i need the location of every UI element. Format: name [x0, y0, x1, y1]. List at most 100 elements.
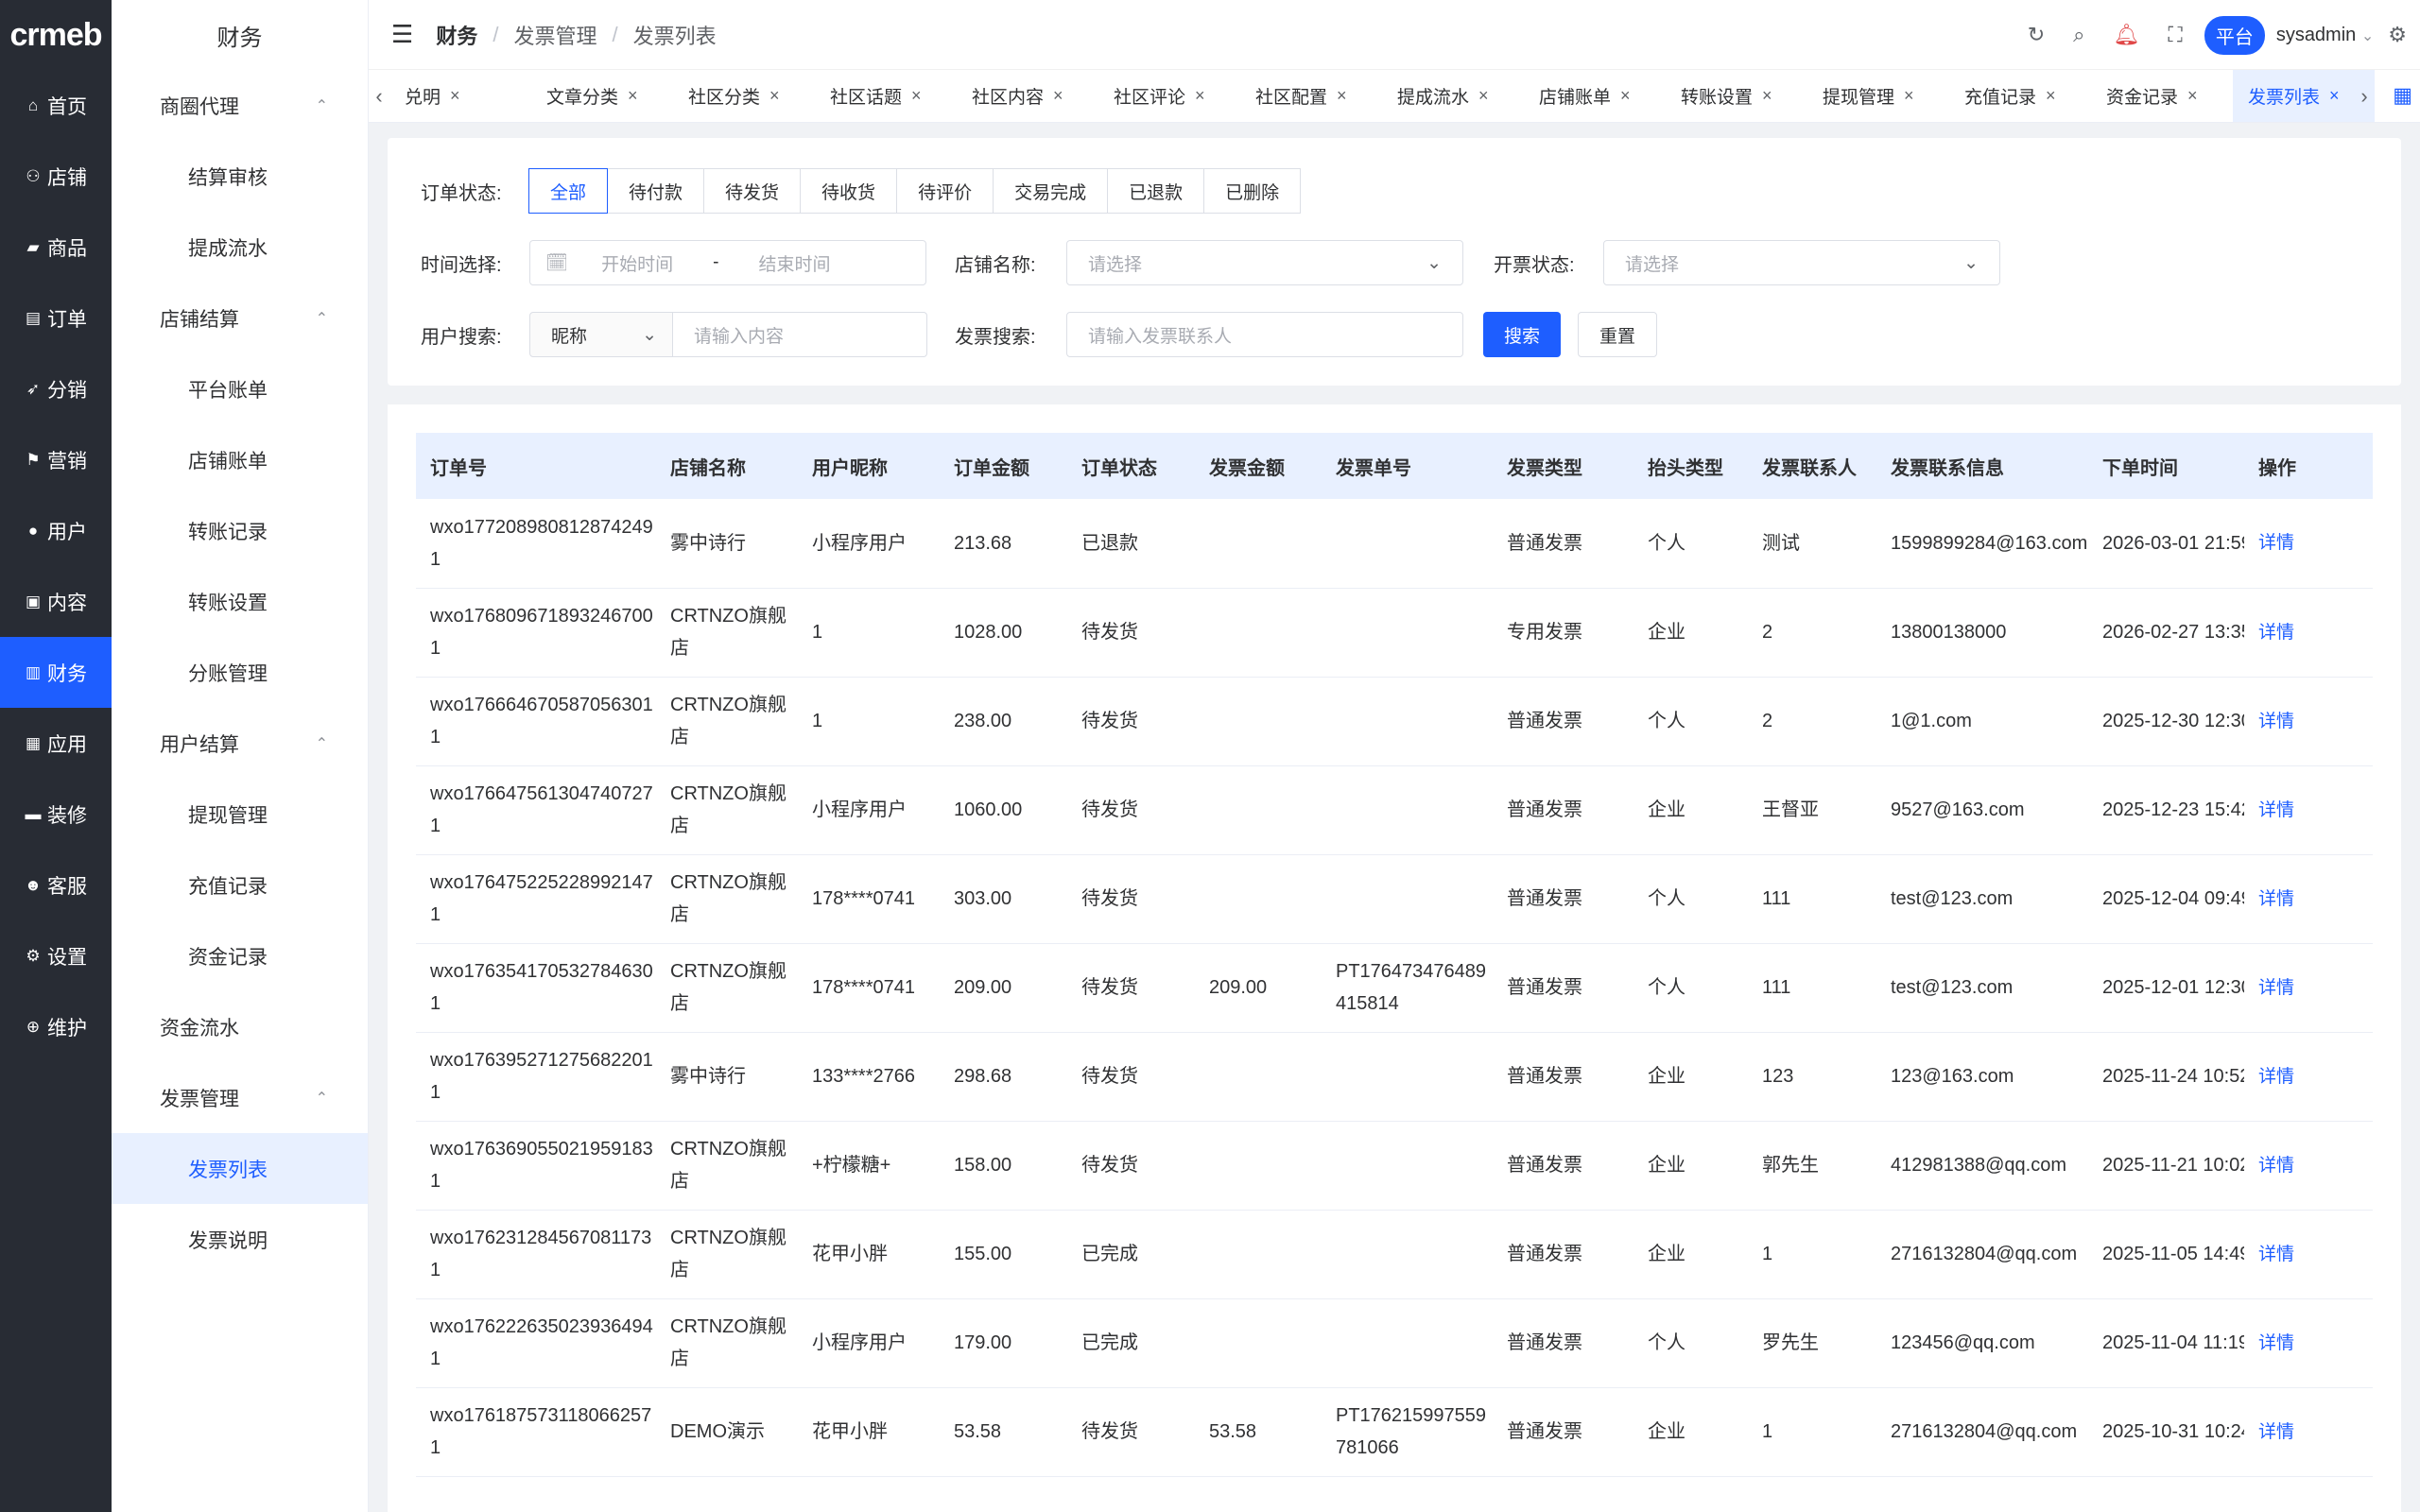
order-status-option[interactable]: 已退款 — [1107, 168, 1205, 214]
close-icon[interactable]: × — [2187, 86, 2198, 106]
detail-link[interactable]: 详情 — [2258, 978, 2294, 998]
submenu-item[interactable]: 发票说明 — [112, 1204, 368, 1275]
order-status-option[interactable]: 已删除 — [1203, 168, 1302, 214]
submenu-item[interactable]: 提现管理 — [112, 779, 368, 850]
submenu-group[interactable]: 店铺结算 ⌃ — [112, 283, 368, 353]
nav-rail-item[interactable]: ▰ 商品 — [0, 212, 112, 283]
page-tab[interactable]: 兑明 × — [389, 70, 531, 122]
page-tab[interactable]: 资金记录 × — [2091, 70, 2233, 122]
detail-link[interactable]: 详情 — [2258, 1156, 2294, 1176]
submenu-item[interactable]: 转账记录 — [112, 495, 368, 566]
nav-rail-item[interactable]: ☻ 客服 — [0, 850, 112, 920]
submenu-item[interactable]: 分账管理 — [112, 637, 368, 708]
close-icon[interactable]: × — [1337, 86, 1347, 106]
close-icon[interactable]: × — [450, 86, 460, 106]
nav-rail-item[interactable]: ⚑ 营销 — [0, 424, 112, 495]
detail-link[interactable]: 详情 — [2258, 712, 2294, 731]
platform-badge[interactable]: 平台 — [2204, 15, 2265, 55]
user-search-input[interactable]: 请输入内容 — [672, 312, 927, 357]
search-icon[interactable]: ⌕ — [2073, 23, 2084, 47]
page-tab[interactable]: 提成流水 × — [1382, 70, 1524, 122]
breadcrumb-item[interactable]: 发票管理 — [513, 20, 596, 50]
close-icon[interactable]: × — [1904, 86, 1914, 106]
nav-rail-item[interactable]: ▣ 内容 — [0, 566, 112, 637]
close-icon[interactable]: × — [1762, 86, 1772, 106]
nav-rail-item[interactable]: ▥ 财务 — [0, 637, 112, 708]
order-status-option[interactable]: 待评价 — [896, 168, 994, 214]
close-icon[interactable]: × — [2046, 86, 2056, 106]
submenu-item[interactable]: 提成流水 — [112, 212, 368, 283]
order-status-option[interactable]: 待发货 — [703, 168, 802, 214]
detail-link[interactable]: 详情 — [2258, 800, 2294, 820]
nav-rail-item[interactable]: ⌂ 首页 — [0, 70, 112, 141]
nav-rail-item[interactable]: ▬ 装修 — [0, 779, 112, 850]
search-button[interactable]: 搜索 — [1483, 312, 1561, 357]
submenu-item[interactable]: 转账设置 — [112, 566, 368, 637]
detail-link[interactable]: 详情 — [2258, 1333, 2294, 1353]
user-menu[interactable]: sysadmin ⌄ — [2276, 25, 2374, 46]
close-icon[interactable]: × — [1620, 86, 1631, 106]
invoice-contact-search-input[interactable]: 请输入发票联系人 — [1066, 312, 1463, 357]
order-status-option[interactable]: 全部 — [528, 168, 609, 214]
order-status-option[interactable]: 待付款 — [607, 168, 705, 214]
nav-rail-item[interactable]: ⊕ 维护 — [0, 991, 112, 1062]
submenu-group[interactable]: 用户结算 ⌃ — [112, 708, 368, 779]
page-tab[interactable]: 充值记录 × — [1949, 70, 2091, 122]
close-icon[interactable]: × — [1195, 86, 1205, 106]
order-status-option[interactable]: 待收货 — [800, 168, 898, 214]
collapse-menu-icon[interactable]: ☰ — [391, 20, 413, 49]
detail-link[interactable]: 详情 — [2258, 623, 2294, 643]
start-time-input[interactable]: 开始时间 — [601, 250, 673, 276]
detail-link[interactable]: 详情 — [2258, 1422, 2294, 1442]
crmeb-logo[interactable]: crmeb — [0, 0, 112, 70]
close-icon[interactable]: × — [911, 86, 922, 106]
order-status-option[interactable]: 交易完成 — [993, 168, 1109, 214]
chevron-left-icon[interactable]: ‹ — [369, 84, 389, 109]
breadcrumb-item[interactable]: 财务 — [436, 20, 477, 50]
submenu-item[interactable]: 平台账单 — [112, 353, 368, 424]
end-time-input[interactable]: 结束时间 — [758, 250, 830, 276]
detail-link[interactable]: 详情 — [2258, 889, 2294, 909]
nav-rail-item[interactable]: ⚇ 店铺 — [0, 141, 112, 212]
nav-rail-item[interactable]: ▤ 订单 — [0, 283, 112, 353]
submenu-item[interactable]: 发票列表 — [112, 1133, 368, 1204]
close-icon[interactable]: × — [769, 86, 780, 106]
page-tab[interactable]: 转账设置 × — [1666, 70, 1807, 122]
store-select[interactable]: 请选择 ⌄ — [1066, 240, 1463, 285]
nav-rail-item[interactable]: ⚙ 设置 — [0, 920, 112, 991]
page-tab[interactable]: 店铺账单 × — [1524, 70, 1666, 122]
detail-link[interactable]: 详情 — [2258, 533, 2294, 553]
page-tab[interactable]: 社区内容 × — [957, 70, 1098, 122]
submenu-item[interactable]: 店铺账单 — [112, 424, 368, 495]
refresh-icon[interactable]: ↻ — [2028, 23, 2045, 47]
submenu-item[interactable]: 资金记录 — [112, 920, 368, 991]
page-tab[interactable]: 社区话题 × — [815, 70, 957, 122]
close-icon[interactable]: × — [1053, 86, 1063, 106]
nav-rail-item[interactable]: ▦ 应用 — [0, 708, 112, 779]
reset-button[interactable]: 重置 — [1578, 312, 1657, 357]
detail-link[interactable]: 详情 — [2258, 1067, 2294, 1087]
page-tab[interactable]: 社区配置 × — [1240, 70, 1382, 122]
detail-link[interactable]: 详情 — [2258, 1245, 2294, 1264]
submenu-item[interactable]: 资金流水 — [112, 991, 368, 1062]
date-range-picker[interactable]: 🗓︎ 开始时间 - 结束时间 — [529, 240, 926, 285]
user-search-type-select[interactable]: 昵称 ⌄ — [529, 312, 673, 357]
close-icon[interactable]: × — [1478, 86, 1489, 106]
notification-bell-icon[interactable]: 🔔︎ — [2113, 23, 2139, 47]
page-tab[interactable]: 提现管理 × — [1807, 70, 1949, 122]
close-icon[interactable]: × — [628, 86, 638, 106]
submenu-item[interactable]: 结算审核 — [112, 141, 368, 212]
page-tab[interactable]: 社区评论 × — [1098, 70, 1240, 122]
page-tab[interactable]: 文章分类 × — [531, 70, 673, 122]
grid-menu-icon[interactable]: ▦ — [2393, 83, 2412, 108]
submenu-item[interactable]: 充值记录 — [112, 850, 368, 920]
chevron-right-icon[interactable]: › — [2354, 84, 2375, 109]
page-tab[interactable]: 社区分类 × — [673, 70, 815, 122]
settings-gear-icon[interactable]: ⚙ — [2388, 23, 2407, 47]
close-icon[interactable]: × — [2329, 86, 2340, 106]
submenu-group[interactable]: 商圈代理 ⌃ — [112, 70, 368, 141]
nav-rail-item[interactable]: ● 用户 — [0, 495, 112, 566]
fullscreen-icon[interactable]: ⛶ — [2168, 23, 2182, 47]
invoice-status-select[interactable]: 请选择 ⌄ — [1603, 240, 2000, 285]
nav-rail-item[interactable]: ➶ 分销 — [0, 353, 112, 424]
